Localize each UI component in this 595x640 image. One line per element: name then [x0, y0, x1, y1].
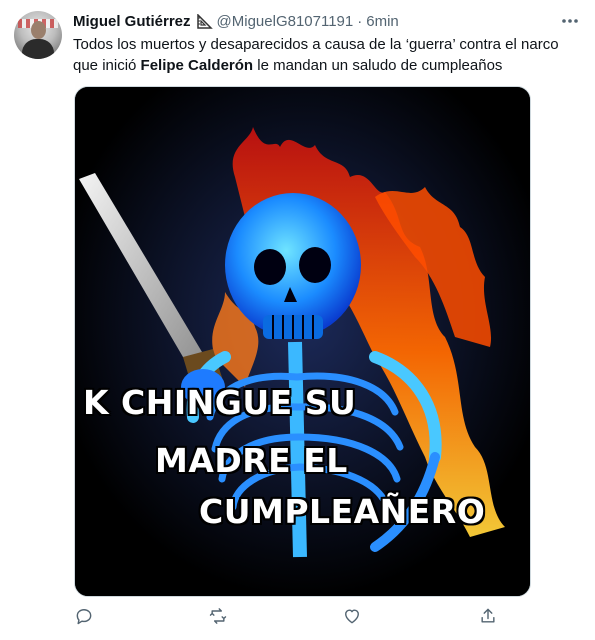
- tweet-image[interactable]: K CHINGUE SU MADRE EL CUMPLEAÑERO: [74, 86, 531, 597]
- tweet-text-mention: Felipe Calderón: [140, 57, 254, 74]
- caption-line-3: CUMPLEAÑERO: [199, 492, 486, 531]
- like-icon[interactable]: [342, 606, 364, 628]
- tweet-text-part2: le mandan un saludo de cumpleaños: [253, 57, 503, 74]
- avatar-shirt: [22, 39, 54, 59]
- caption-line-1: K CHINGUE SU: [83, 383, 357, 422]
- more-icon[interactable]: [558, 12, 582, 30]
- ruler-triangle-icon: [196, 13, 213, 29]
- avatar[interactable]: [14, 11, 62, 59]
- retweet-icon[interactable]: [208, 606, 230, 628]
- separator-dot: ·: [357, 12, 363, 30]
- reply-icon[interactable]: [74, 606, 96, 628]
- tweet-text: Todos los muertos y desaparecidos a caus…: [73, 34, 578, 76]
- tweet-time[interactable]: 6min: [366, 13, 399, 30]
- action-bar: [74, 606, 504, 632]
- caption-line-2: MADRE EL: [155, 441, 348, 480]
- author-name[interactable]: Miguel Gutiérrez: [73, 13, 191, 30]
- share-icon[interactable]: [478, 606, 500, 628]
- author-handle[interactable]: @MiguelG81071191: [217, 13, 354, 30]
- avatar-head: [31, 21, 46, 39]
- tweet-header: Miguel Gutiérrez @MiguelG81071191 · 6min: [73, 11, 399, 31]
